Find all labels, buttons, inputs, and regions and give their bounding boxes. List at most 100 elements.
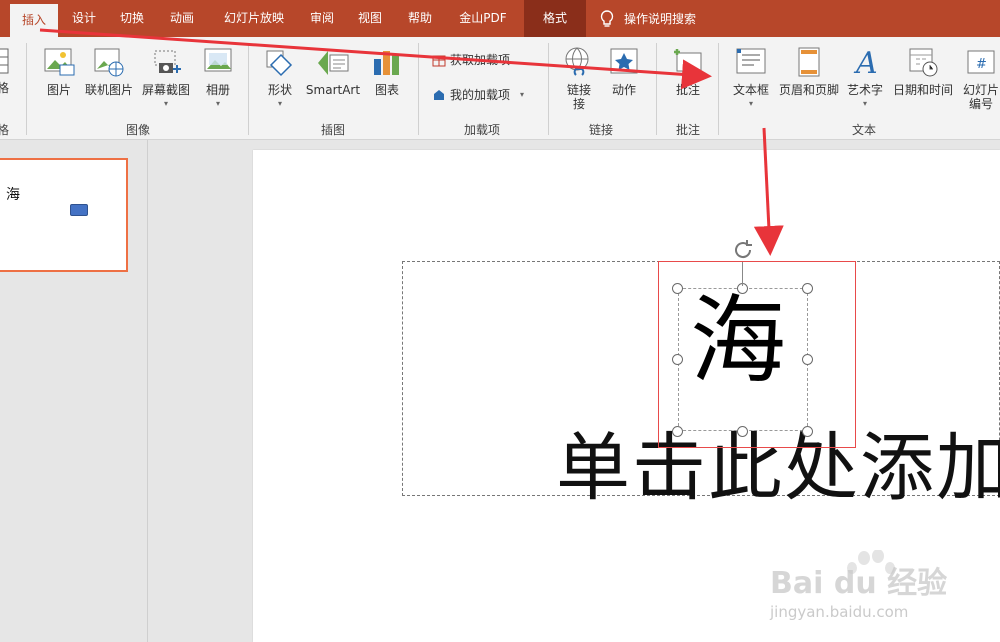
resize-handle[interactable] — [672, 283, 683, 294]
resize-handle[interactable] — [802, 354, 813, 365]
tab-transitions[interactable]: 切换 — [110, 0, 154, 37]
my-addins-label: 我的加载项 — [450, 88, 511, 102]
table-label-partial: 格 — [0, 81, 9, 95]
slide-thumbnail-pane[interactable]: 海 — [0, 140, 148, 642]
textbox-label: 文本框 — [732, 83, 769, 97]
slide-number-icon: # — [967, 50, 995, 74]
action-star-icon — [610, 48, 638, 74]
photo-album-icon — [204, 48, 232, 72]
svg-text:#: # — [976, 57, 987, 72]
selected-text[interactable]: 海 — [690, 293, 786, 389]
online-picture-label: 联机图片 — [84, 83, 133, 97]
chevron-down-icon: ▾ — [862, 99, 867, 108]
tell-me-label: 操作说明搜索 — [624, 12, 697, 26]
slide-thumbnail[interactable]: 海 — [0, 158, 128, 272]
rotate-handle-icon[interactable] — [731, 238, 755, 262]
wordart-button[interactable]: A 艺术字 ▾ — [844, 45, 886, 109]
calendar-clock-icon — [909, 48, 938, 77]
shapes-button[interactable]: 形状 ▾ — [262, 45, 298, 109]
tab-help[interactable]: 帮助 — [400, 0, 440, 37]
separator — [418, 43, 419, 135]
chart-label: 图表 — [374, 83, 399, 97]
textbox-icon — [736, 48, 766, 74]
header-footer-button[interactable]: 页眉和页脚 — [776, 45, 842, 97]
tab-slideshow[interactable]: 幻灯片放映 — [214, 0, 294, 37]
tab-design[interactable]: 设计 — [62, 0, 106, 37]
slide-number-label: 幻灯片 — [962, 83, 999, 97]
online-picture-icon — [94, 48, 124, 77]
group-label-text: 文本 — [851, 123, 876, 137]
chevron-down-icon: ▾ — [277, 99, 282, 108]
link-label-2: 接 — [572, 97, 585, 111]
tell-me-search[interactable]: 操作说明搜索 — [600, 0, 696, 37]
tab-review[interactable]: 审阅 — [302, 0, 342, 37]
chevron-down-icon: ▾ — [163, 99, 168, 108]
chevron-down-icon: ▾ — [215, 99, 220, 108]
resize-handle[interactable] — [737, 426, 748, 437]
photo-album-button[interactable]: 相册 ▾ — [200, 45, 236, 109]
thumbnail-shape — [70, 204, 88, 216]
link-button[interactable]: 链接 接 — [562, 45, 596, 111]
separator — [718, 43, 719, 135]
ribbon: 格 格 图片 联机图片 屏幕截图 ▾ 相册 ▾ 图像 形状 ▾ SmartArt… — [0, 37, 1000, 140]
resize-handle[interactable] — [802, 283, 813, 294]
shapes-label: 形状 — [267, 83, 292, 97]
resize-handle[interactable] — [672, 426, 683, 437]
group-label-images: 图像 — [125, 123, 150, 137]
smartart-icon — [318, 51, 349, 75]
online-picture-button[interactable]: 联机图片 — [82, 45, 136, 97]
comment-label: 批注 — [675, 83, 700, 97]
tab-insert[interactable]: 插入 — [10, 4, 58, 37]
thumbnail-text: 海 — [6, 187, 20, 203]
shapes-icon — [266, 50, 293, 77]
store-icon — [432, 55, 446, 66]
slide-number-label-2: 编号 — [968, 97, 993, 111]
tab-animations[interactable]: 动画 — [160, 0, 204, 37]
action-button[interactable]: 动作 — [606, 45, 642, 97]
screenshot-label: 屏幕截图 — [141, 83, 190, 97]
screenshot-icon — [154, 50, 181, 73]
date-time-label: 日期和时间 — [892, 83, 953, 97]
watermark-text: Bai du 经验 — [770, 566, 948, 601]
group-label-comments: 批注 — [675, 123, 700, 137]
link-label: 链接 — [566, 83, 591, 97]
chart-button[interactable]: 图表 — [370, 45, 404, 97]
link-globe-icon — [565, 47, 589, 76]
lightbulb-icon — [600, 9, 614, 27]
bar-chart-icon — [374, 51, 399, 75]
ribbon-tab-bar: 插入 设计 切换 动画 幻灯片放映 审阅 视图 帮助 金山PDF 格式 操作说明… — [0, 0, 1000, 37]
separator — [26, 43, 27, 135]
separator — [656, 43, 657, 135]
resize-handle[interactable] — [802, 426, 813, 437]
chevron-down-icon: ▾ — [748, 99, 753, 108]
picture-icon — [44, 48, 75, 76]
addin-icon — [434, 89, 444, 100]
group-label-partial: 格 — [0, 123, 9, 137]
picture-label: 图片 — [46, 83, 71, 97]
smartart-button[interactable]: SmartArt — [303, 45, 363, 97]
table-button-partial[interactable]: 格 — [0, 45, 10, 95]
resize-handle[interactable] — [672, 354, 683, 365]
watermark-url: jingyan.baidu.com — [770, 603, 909, 621]
slide-number-button[interactable]: # 幻灯片 编号 — [960, 45, 1000, 111]
screenshot-button[interactable]: 屏幕截图 ▾ — [138, 45, 194, 109]
chevron-down-icon: ▾ — [520, 90, 525, 99]
tab-format[interactable]: 格式 — [524, 0, 586, 37]
wordart-label: 艺术字 — [846, 83, 883, 97]
comment-button[interactable]: 批注 — [670, 45, 706, 97]
header-footer-icon — [798, 47, 820, 77]
tab-kingsoft-pdf[interactable]: 金山PDF — [448, 0, 518, 37]
group-label-links: 链接 — [588, 123, 613, 137]
group-label-addins: 加载项 — [463, 123, 500, 137]
picture-button[interactable]: 图片 — [40, 45, 78, 97]
wordart-icon: A — [853, 46, 878, 79]
get-addins-label: 获取加载项 — [450, 53, 511, 67]
textbox-button[interactable]: 文本框 ▾ — [728, 45, 774, 109]
my-addins-button[interactable]: 我的加载项 ▾ — [432, 86, 524, 103]
smartart-label: SmartArt — [305, 83, 361, 97]
tab-view[interactable]: 视图 — [350, 0, 390, 37]
date-time-button[interactable]: 日期和时间 — [888, 45, 958, 97]
svg-text:A: A — [853, 46, 878, 79]
get-addins-button[interactable]: 获取加载项 — [432, 51, 510, 68]
header-footer-label: 页眉和页脚 — [778, 83, 839, 97]
